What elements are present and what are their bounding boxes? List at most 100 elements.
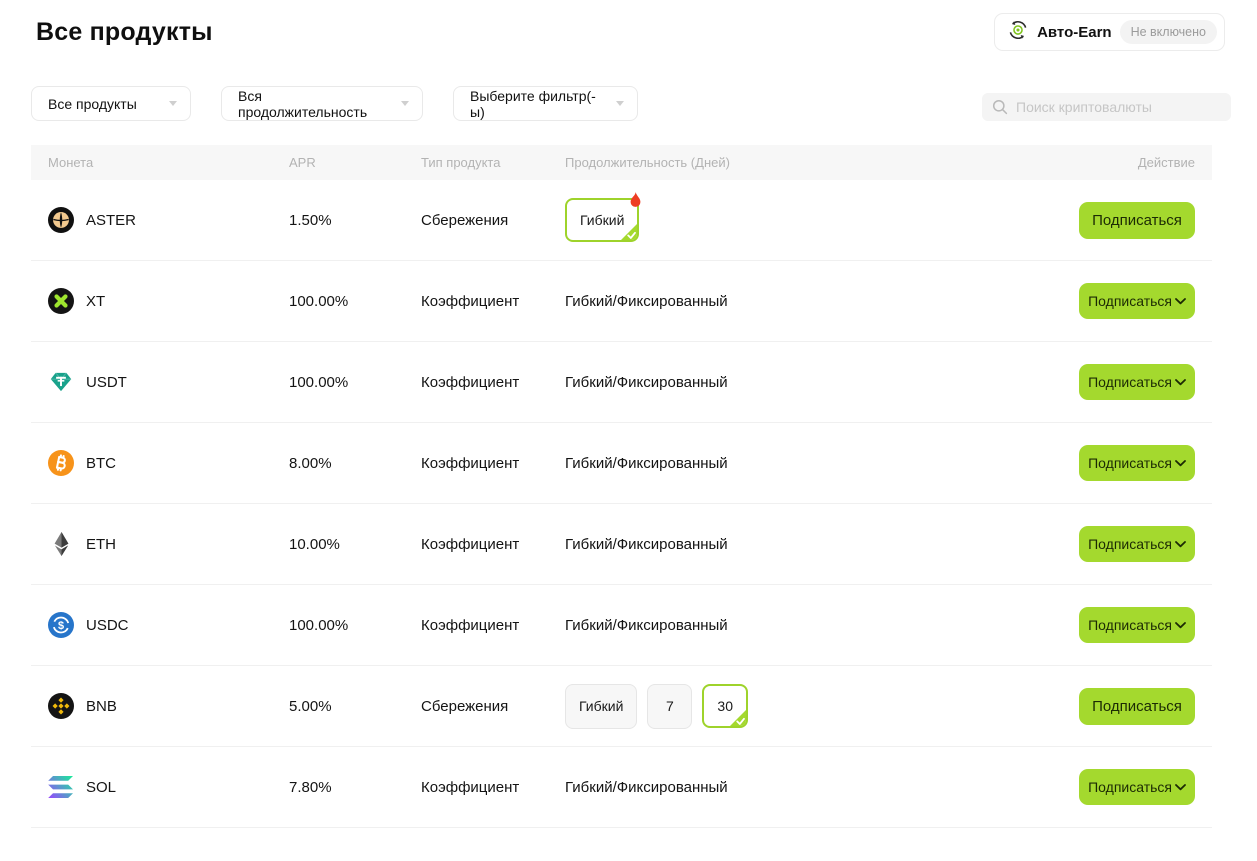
coin-name: BNB <box>86 698 117 715</box>
subscribe-button-label: Подписаться <box>1088 536 1172 552</box>
action-cell: Подписаться <box>1079 202 1195 239</box>
sol-coin-icon <box>48 774 74 800</box>
table-row: SOL7.80%КоэффициентГибкий/ФиксированныйП… <box>31 747 1212 828</box>
xt-coin-icon <box>48 288 74 314</box>
chevron-down-icon <box>1175 298 1186 305</box>
product-type: Коэффициент <box>421 374 565 391</box>
subscribe-button[interactable]: Подписаться <box>1079 769 1195 805</box>
coin-cell: BTC <box>48 450 289 476</box>
duration-chip-label: Гибкий <box>579 698 623 714</box>
svg-text:$: $ <box>58 620 64 632</box>
subscribe-button-label: Подписаться <box>1088 617 1172 633</box>
table-row: ASTER 1.50%Сбережения Гибкий Подписаться <box>31 180 1212 261</box>
duration-cell: Гибкий 7 30 <box>565 684 1079 729</box>
usdt-coin-icon <box>48 369 74 395</box>
apr-value: 5.00% <box>289 698 421 715</box>
auto-earn-refresh-icon <box>1007 19 1029 46</box>
product-type: Коэффициент <box>421 293 565 310</box>
apr-value: 10.00% <box>289 536 421 553</box>
apr-value: 100.00% <box>289 293 421 310</box>
subscribe-button[interactable]: Подписаться <box>1079 445 1195 481</box>
auto-earn-label: Авто-Earn <box>1037 24 1112 41</box>
coin-cell: XT <box>48 288 289 314</box>
btc-coin-icon <box>48 450 74 476</box>
chevron-down-icon <box>1175 622 1186 629</box>
usdc-coin-icon: $ <box>48 612 74 638</box>
product-type: Сбережения <box>421 212 565 229</box>
subscribe-button[interactable]: Подписаться <box>1079 607 1195 643</box>
filter-bar: Все продукты Вся продолжительность Выбер… <box>31 86 638 121</box>
auto-earn-toggle[interactable]: Авто-Earn Не включено <box>994 13 1225 51</box>
coin-cell: USDT <box>48 369 289 395</box>
coin-cell: ASTER <box>48 207 289 233</box>
apr-value: 100.00% <box>289 617 421 634</box>
table-row: ETH10.00%КоэффициентГибкий/Фиксированный… <box>31 504 1212 585</box>
filter-product-type-label: Все продукты <box>48 96 137 112</box>
coin-cell: $ USDC <box>48 612 289 638</box>
flame-icon <box>629 192 642 208</box>
product-type: Коэффициент <box>421 779 565 796</box>
filter-product-type-dropdown[interactable]: Все продукты <box>31 86 191 121</box>
coin-name: BTC <box>86 455 116 472</box>
filter-duration-dropdown[interactable]: Вся продолжительность <box>221 86 423 121</box>
chevron-down-icon <box>1175 784 1186 791</box>
chevron-down-icon <box>616 101 624 106</box>
table-row: BNB 5.00%Сбережения Гибкий 7 30 Подписаться <box>31 666 1212 747</box>
search-icon <box>992 99 1008 115</box>
duration-cell: Гибкий/Фиксированный <box>565 617 1079 634</box>
eth-coin-icon <box>48 531 74 557</box>
duration-chips: Гибкий <box>565 198 1079 242</box>
duration-cell: Гибкий <box>565 198 1079 242</box>
subscribe-button-label: Подписаться <box>1088 293 1172 309</box>
duration-chip[interactable]: 30 <box>702 684 748 728</box>
duration-chip[interactable]: Гибкий <box>565 684 637 729</box>
duration-cell: Гибкий/Фиксированный <box>565 374 1079 391</box>
coin-name: USDT <box>86 374 127 391</box>
subscribe-button[interactable]: Подписаться <box>1079 526 1195 562</box>
product-type: Сбережения <box>421 698 565 715</box>
product-type: Коэффициент <box>421 455 565 472</box>
coin-name: ASTER <box>86 212 136 229</box>
subscribe-button-label: Подписаться <box>1088 779 1172 795</box>
coin-name: USDC <box>86 617 129 634</box>
duration-chip-label: 30 <box>717 698 733 714</box>
subscribe-button[interactable]: Подписаться <box>1079 283 1195 319</box>
duration-cell: Гибкий/Фиксированный <box>565 779 1079 796</box>
subscribe-button-label: Подписаться <box>1092 698 1182 715</box>
action-cell: Подписаться <box>1079 364 1195 400</box>
chevron-down-icon <box>1175 379 1186 386</box>
subscribe-button-label: Подписаться <box>1088 374 1172 390</box>
table-header: Монета APR Тип продукта Продолжительност… <box>31 145 1212 180</box>
header-apr: APR <box>289 155 421 170</box>
products-table: Монета APR Тип продукта Продолжительност… <box>31 145 1212 828</box>
duration-chip[interactable]: 7 <box>647 684 692 729</box>
search-input[interactable] <box>1016 99 1221 115</box>
duration-chip-label: Гибкий <box>580 212 624 228</box>
filter-select-dropdown[interactable]: Выберите фильтр(-ы) <box>453 86 638 121</box>
subscribe-button[interactable]: Подписаться <box>1079 688 1195 725</box>
subscribe-button[interactable]: Подписаться <box>1079 364 1195 400</box>
duration-chips: Гибкий 7 30 <box>565 684 1079 729</box>
coin-name: ETH <box>86 536 116 553</box>
chevron-down-icon <box>401 101 409 106</box>
chevron-down-icon <box>169 101 177 106</box>
apr-value: 1.50% <box>289 212 421 229</box>
table-row: USDT100.00%КоэффициентГибкий/Фиксированн… <box>31 342 1212 423</box>
apr-value: 8.00% <box>289 455 421 472</box>
duration-chip[interactable]: Гибкий <box>565 198 639 242</box>
header-coin: Монета <box>48 155 289 170</box>
action-cell: Подписаться <box>1079 769 1195 805</box>
coin-cell: ETH <box>48 531 289 557</box>
auto-earn-status-badge: Не включено <box>1120 20 1217 44</box>
subscribe-button-label: Подписаться <box>1092 212 1182 229</box>
action-cell: Подписаться <box>1079 445 1195 481</box>
header-action: Действие <box>1138 155 1195 170</box>
duration-cell: Гибкий/Фиксированный <box>565 536 1079 553</box>
table-body: ASTER1.50%СбереженияГибкийПодписатьсяXT1… <box>31 180 1212 828</box>
duration-cell: Гибкий/Фиксированный <box>565 293 1079 310</box>
action-cell: Подписаться <box>1079 526 1195 562</box>
page-title: Все продукты <box>36 18 213 47</box>
action-cell: Подписаться <box>1079 607 1195 643</box>
chevron-down-icon <box>1175 460 1186 467</box>
subscribe-button[interactable]: Подписаться <box>1079 202 1195 239</box>
